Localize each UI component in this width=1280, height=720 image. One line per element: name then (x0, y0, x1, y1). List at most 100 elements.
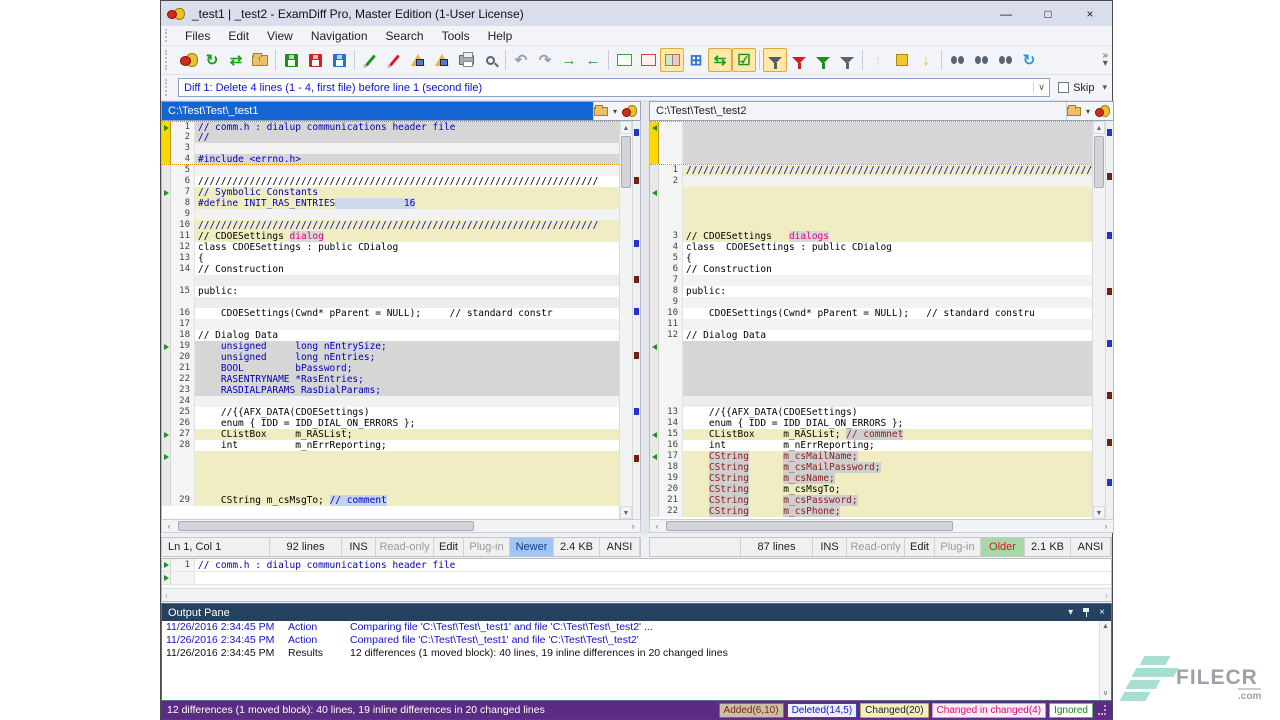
save-second-file-icon[interactable] (303, 48, 327, 72)
code-line[interactable]: class CDOESettings : public CDialog (195, 242, 619, 253)
code-line[interactable]: // Dialog Data (195, 330, 619, 341)
minimize-button[interactable]: — (998, 7, 1014, 21)
code-line[interactable]: CListBox m_RASList; // commnet (683, 429, 1092, 440)
compare-icon[interactable] (176, 48, 200, 72)
second-file-open-icon[interactable] (1067, 107, 1081, 116)
code-line[interactable]: #define INIT_RAS_ENTRIES 16 (195, 198, 619, 209)
menu-item-help[interactable]: Help (479, 27, 522, 45)
sync-scrolling-icon[interactable]: ⇆ (708, 48, 732, 72)
second-file-header[interactable]: C:\Test\Test\_test2 ▾ (649, 101, 1114, 121)
code-line[interactable]: { (195, 253, 619, 264)
code-line[interactable] (195, 319, 619, 330)
first-file-path[interactable]: C:\Test\Test\_test1 (162, 105, 593, 117)
diff-marker-icon[interactable] (162, 429, 171, 440)
first-file-header[interactable]: C:\Test\Test\_test1 ▾ (161, 101, 641, 121)
save-all-icon[interactable] (327, 48, 351, 72)
current-diff-icon[interactable] (890, 48, 914, 72)
code-line[interactable] (195, 165, 619, 176)
menu-item-edit[interactable]: Edit (219, 27, 258, 45)
code-line[interactable]: CDOESettings(Cwnd* pParent = NULL); // s… (195, 308, 619, 319)
find-previous-icon[interactable] (993, 48, 1017, 72)
previous-diff-icon[interactable]: ↑ (866, 48, 890, 72)
second-file-compare-icon[interactable] (1095, 105, 1109, 117)
show-second-pane-icon[interactable] (636, 48, 660, 72)
find-next-icon[interactable] (969, 48, 993, 72)
diff-marker-icon[interactable] (650, 122, 659, 132)
menu-item-navigation[interactable]: Navigation (302, 27, 377, 45)
code-line[interactable]: int m_nErrReporting; (195, 440, 619, 451)
hscroll-thumb[interactable] (178, 521, 474, 531)
code-line[interactable] (195, 473, 619, 484)
code-line[interactable] (683, 385, 1092, 396)
code-line[interactable]: class CDOESettings : public CDialog (683, 242, 1092, 253)
filter-added-icon[interactable] (811, 48, 835, 72)
code-line[interactable] (195, 209, 619, 220)
code-line[interactable] (683, 297, 1092, 308)
code-line[interactable] (683, 341, 1092, 352)
maximize-button[interactable]: □ (1040, 7, 1056, 21)
second-file-hscrollbar[interactable]: ‹ › (649, 519, 1114, 533)
code-line[interactable]: // Dialog Data (683, 330, 1092, 341)
scroll-up-icon[interactable]: ▲ (620, 121, 632, 134)
output-menu-icon[interactable]: ▾ (1068, 608, 1073, 618)
code-line[interactable] (683, 209, 1092, 220)
code-line[interactable]: CString m_csMailPassword; (683, 462, 1092, 473)
code-line[interactable]: enum { IDD = IDD_DIAL_ON_ERRORS }; (195, 418, 619, 429)
diff-marker-icon[interactable] (650, 429, 659, 440)
diff-marker-icon[interactable] (162, 341, 171, 352)
swap-panes-icon[interactable]: ⇄ (224, 48, 248, 72)
scroll-down-icon[interactable]: ▼ (1093, 506, 1105, 519)
code-line[interactable]: // (195, 132, 619, 143)
print-icon[interactable] (454, 48, 478, 72)
output-vscrollbar[interactable]: ▲ ∨ (1099, 621, 1111, 700)
filter-all-icon[interactable] (763, 48, 787, 72)
code-line[interactable]: // CDOESettings dialog (195, 231, 619, 242)
toolbar-overflow-icon[interactable]: »▾ (1102, 52, 1112, 68)
code-line[interactable] (683, 176, 1092, 187)
recompare-icon[interactable]: ↻ (200, 48, 224, 72)
scroll-right-icon[interactable]: › (1099, 521, 1113, 531)
code-line[interactable] (195, 297, 619, 308)
scroll-down-icon[interactable]: ∨ (1100, 688, 1111, 700)
scroll-left-icon[interactable]: ‹ (162, 521, 176, 531)
code-line[interactable]: // Symbolic Constants (195, 187, 619, 198)
filter-search-icon[interactable] (835, 48, 859, 72)
diff-marker-icon[interactable] (162, 451, 171, 462)
code-line[interactable] (683, 122, 1092, 132)
first-file-hscrollbar[interactable]: ‹ › (161, 519, 641, 533)
code-line[interactable]: CString m_csPhone; (683, 506, 1092, 517)
code-line[interactable] (195, 451, 619, 462)
first-file-editor[interactable]: 1// comm.h : dialup communications heade… (161, 121, 641, 519)
save-first-file-icon[interactable] (279, 48, 303, 72)
code-line[interactable]: CDOESettings(Cwnd* pParent = NULL); // s… (683, 308, 1092, 319)
skip-checkbox[interactable] (1058, 82, 1069, 93)
merge-left-icon[interactable] (406, 48, 430, 72)
scroll-left-icon[interactable]: ‹ (650, 521, 664, 531)
code-line[interactable]: CString m_csPassword; (683, 495, 1092, 506)
code-line[interactable]: #include <errno.h> (195, 154, 619, 164)
code-line[interactable]: ////////////////////////////////////////… (195, 176, 619, 187)
diff-marker-icon[interactable] (162, 122, 171, 132)
code-line[interactable]: CString m_csMsgTo; (683, 484, 1092, 495)
output-close-icon[interactable]: × (1099, 608, 1105, 618)
second-file-path[interactable]: C:\Test\Test\_test2 (650, 105, 1066, 117)
code-line[interactable]: public: (195, 286, 619, 297)
code-line[interactable] (195, 143, 619, 154)
menu-item-view[interactable]: View (258, 27, 302, 45)
code-line[interactable]: CString m_csMsgTo; // comment (195, 495, 619, 506)
output-pin-icon[interactable] (1082, 608, 1090, 617)
code-line[interactable]: // Construction (683, 264, 1092, 275)
code-line[interactable] (683, 396, 1092, 407)
code-line[interactable]: ////////////////////////////////////////… (683, 165, 1092, 176)
diffbar-overflow-icon[interactable]: ▾ (1102, 82, 1112, 93)
code-line[interactable] (195, 275, 619, 286)
code-line[interactable]: ////////////////////////////////////////… (195, 220, 619, 231)
code-line[interactable] (195, 484, 619, 495)
hscroll-thumb[interactable] (666, 521, 953, 531)
code-line[interactable] (683, 187, 1092, 198)
menu-item-search[interactable]: Search (377, 27, 433, 45)
copy-right-icon[interactable]: → (557, 48, 581, 72)
code-line[interactable] (683, 374, 1092, 385)
code-line[interactable]: unsigned long nEntries; (195, 352, 619, 363)
next-diff-icon[interactable]: ↓ (914, 48, 938, 72)
